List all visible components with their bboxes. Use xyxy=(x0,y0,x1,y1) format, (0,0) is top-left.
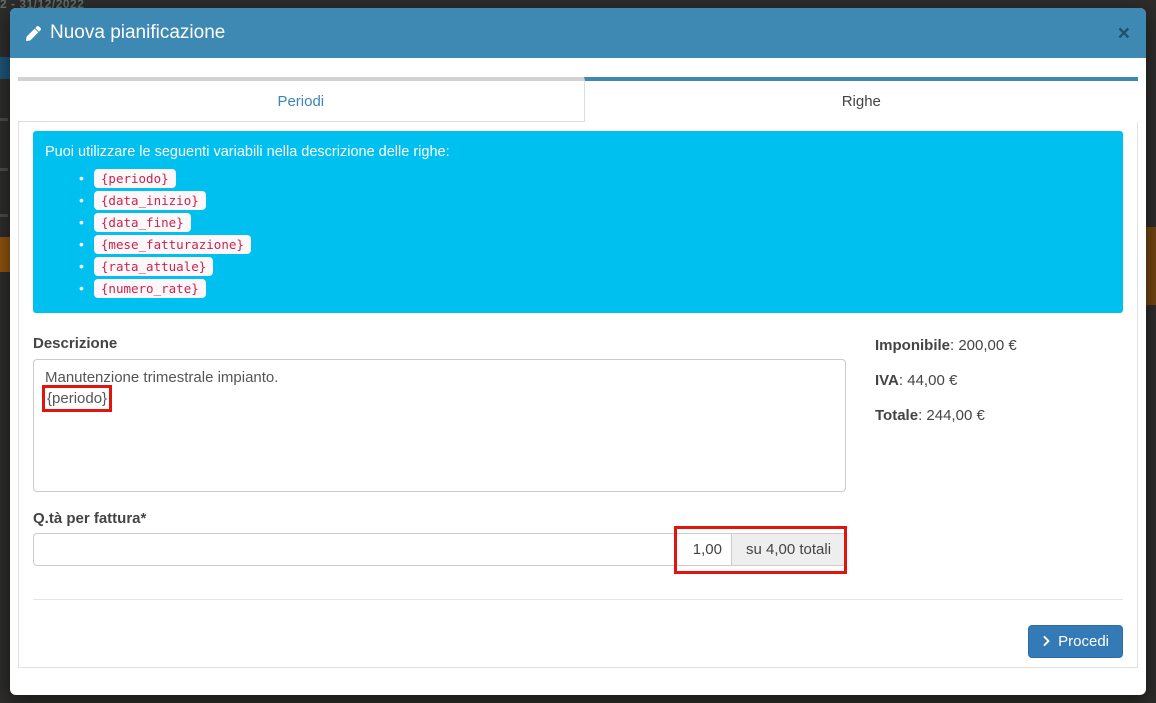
variable-rata-attuale: {rata_attuale} xyxy=(94,257,213,276)
total-iva-label: IVA xyxy=(875,372,899,389)
list-item: {mese_fatturazione} xyxy=(79,234,1111,255)
modal-header: Nuova pianificazione × xyxy=(10,8,1146,58)
total-imponibile: Imponibile: 200,00 € xyxy=(875,336,1017,356)
periodo-token-annotation: {periodo} xyxy=(45,388,109,409)
proceed-button-label: Procedi xyxy=(1058,633,1109,650)
description-line1: Manutenzione trimestrale impianto. xyxy=(45,367,834,388)
close-icon[interactable]: × xyxy=(1118,23,1130,44)
total-totale-value: 244,00 € xyxy=(926,407,984,424)
total-imponibile-value: 200,00 € xyxy=(958,337,1016,354)
list-item: {data_fine} xyxy=(79,212,1111,233)
proceed-button[interactable]: Procedi xyxy=(1028,625,1123,658)
modal-title-text: Nuova pianificazione xyxy=(50,22,225,44)
form-row: Descrizione Manutenzione trimestrale imp… xyxy=(33,335,1123,566)
variable-mese-fatturazione: {mese_fatturazione} xyxy=(94,235,251,254)
total-iva: IVA: 44,00 € xyxy=(875,371,1017,391)
qty-addon: su 4,00 totali xyxy=(732,533,846,566)
new-planning-modal: Nuova pianificazione × Periodi Righe Puo… xyxy=(10,8,1146,695)
background-page-fragment-dash xyxy=(0,118,8,121)
background-page-fragment-blue xyxy=(0,57,10,79)
modal-title: Nuova pianificazione xyxy=(26,22,225,44)
separator: : xyxy=(899,372,907,389)
chevron-right-icon xyxy=(1042,635,1051,647)
total-imponibile-label: Imponibile xyxy=(875,337,950,354)
pane-footer: Procedi xyxy=(33,600,1123,667)
callout-intro: Puoi utilizzare le seguenti variabili ne… xyxy=(45,142,1111,162)
list-item: {numero_rate} xyxy=(79,278,1111,299)
pencil-icon xyxy=(26,26,41,41)
background-page-fragment-orange xyxy=(0,237,10,272)
description-line2: {periodo} xyxy=(45,388,834,409)
background-page-fragment-dash xyxy=(0,214,8,217)
list-item: {rata_attuale} xyxy=(79,256,1111,277)
total-totale: Totale: 244,00 € xyxy=(875,406,1017,426)
qty-label: Q.tà per fattura* xyxy=(33,510,846,527)
list-item: {data_inizio} xyxy=(79,190,1111,211)
qty-input-group: su 4,00 totali xyxy=(33,533,846,566)
variables-list: {periodo} {data_inizio} {data_fine} {mes… xyxy=(45,168,1111,299)
background-page-fragment-brown xyxy=(1146,227,1156,305)
description-column: Descrizione Manutenzione trimestrale imp… xyxy=(33,335,846,566)
qty-input[interactable] xyxy=(33,533,732,566)
tab-periodi-label: Periodi xyxy=(277,93,324,110)
tab-righe[interactable]: Righe xyxy=(584,77,1138,122)
total-totale-label: Totale xyxy=(875,407,918,424)
description-label: Descrizione xyxy=(33,335,117,352)
variables-callout: Puoi utilizzare le seguenti variabili ne… xyxy=(33,131,1123,313)
variable-data-fine: {data_fine} xyxy=(94,213,191,232)
background-page-fragment-dash xyxy=(0,168,8,171)
variable-periodo: {periodo} xyxy=(94,169,176,188)
tab-righe-label: Righe xyxy=(842,93,881,110)
list-item: {periodo} xyxy=(79,168,1111,189)
tab-periodi[interactable]: Periodi xyxy=(18,77,584,122)
tab-pane-righe: Puoi utilizzare le seguenti variabili ne… xyxy=(18,122,1138,668)
description-textarea[interactable]: Manutenzione trimestrale impianto. {peri… xyxy=(33,359,846,492)
tab-bar: Periodi Righe xyxy=(18,77,1138,122)
modal-body: Periodi Righe Puoi utilizzare le seguent… xyxy=(10,58,1146,668)
totals-column: Imponibile: 200,00 € IVA: 44,00 € Totale… xyxy=(875,335,1017,566)
total-iva-value: 44,00 € xyxy=(907,372,957,389)
variable-data-inizio: {data_inizio} xyxy=(94,191,206,210)
variable-numero-rate: {numero_rate} xyxy=(94,279,206,298)
